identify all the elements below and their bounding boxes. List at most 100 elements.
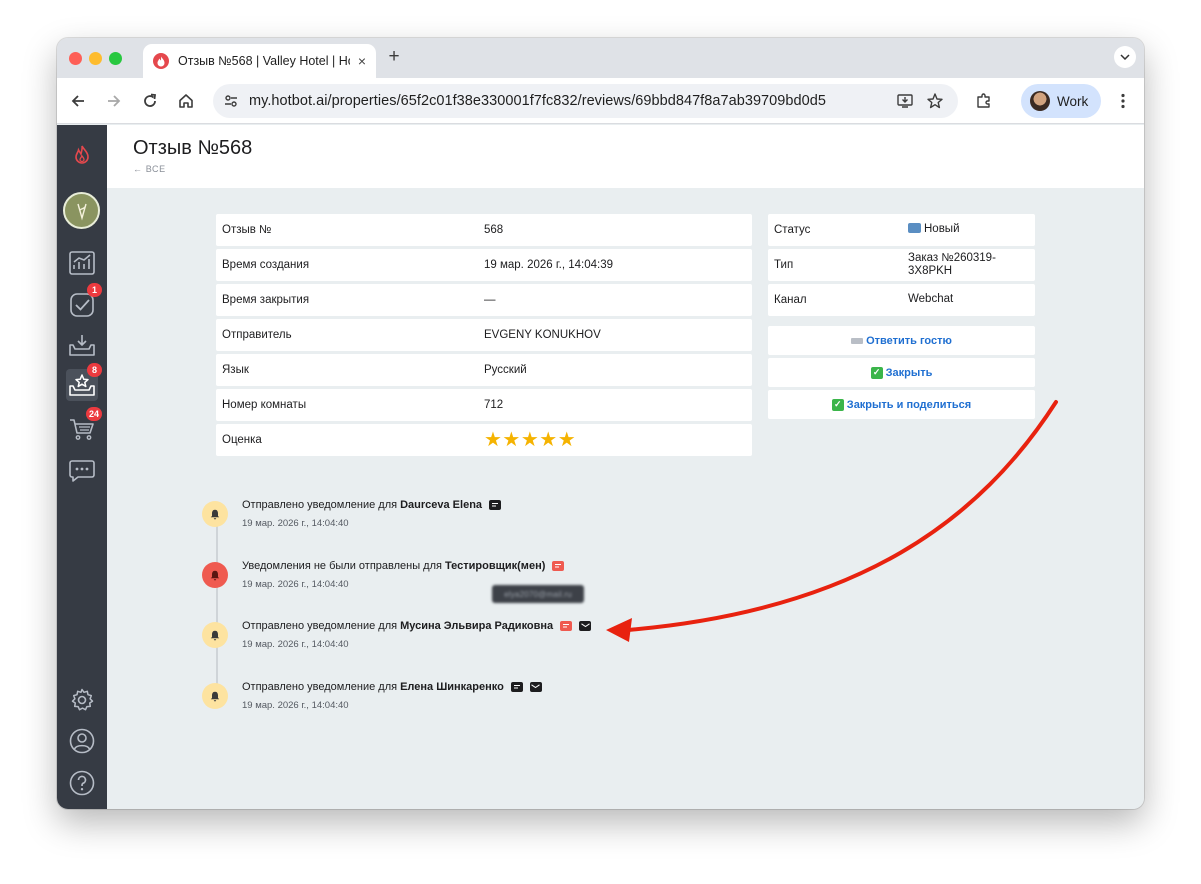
timeline-text: Отправлено уведомление для Елена Шинкаре… <box>242 681 542 693</box>
status-row-label: Канал <box>774 294 807 306</box>
timeline-recipient: Елена Шинкаренко <box>400 681 504 693</box>
status-row-label: Тип <box>774 259 794 271</box>
close-and-share-button[interactable]: ✓ Закрыть и поделиться <box>768 390 1035 419</box>
bookmark-star-icon[interactable] <box>926 92 944 115</box>
arrow-right-icon <box>108 95 121 107</box>
timeline-date: 19 мар. 2026 г., 14:04:40 <box>242 700 349 711</box>
hotbot-app: 1 8 24 Отзыв №568 ← ВСЕ Отзыв № 568 Врем… <box>57 125 1144 809</box>
tab-close-icon[interactable]: × <box>358 53 366 69</box>
email-channel-icon[interactable] <box>579 621 592 631</box>
puzzle-icon <box>977 93 990 108</box>
url-text: my.hotbot.ai/properties/65f2c01f38e33000… <box>249 93 826 109</box>
browser-menu-button[interactable] <box>1112 90 1134 112</box>
keyboard-icon <box>851 337 864 344</box>
review-status-table: Статус Новый Тип Заказ №260319-3X8PKH Ка… <box>768 214 1035 319</box>
property-avatar[interactable] <box>63 192 100 229</box>
new-tab-button[interactable]: + <box>384 47 404 67</box>
chat-bubble-icon <box>69 460 95 482</box>
browser-tab-active[interactable]: Отзыв №568 | Valley Hotel | Hotbot × <box>143 44 376 78</box>
timeline-text: Отправлено уведомление для Мусина Эльвир… <box>242 620 592 632</box>
hotbot-logo-icon[interactable] <box>66 139 98 171</box>
timeline-prefix: Отправлено уведомление для <box>242 681 398 693</box>
bell-icon <box>202 622 228 648</box>
forward-button[interactable] <box>103 90 125 112</box>
home-button[interactable] <box>175 90 197 112</box>
reply-to-guest-label: Ответить гостю <box>866 334 952 347</box>
timeline-item: Отправлено уведомление для Daurceva Elen… <box>202 499 802 539</box>
chat-channel-error-icon[interactable] <box>560 621 573 631</box>
review-row-value: Русский <box>484 364 527 376</box>
reply-to-guest-button[interactable]: Ответить гостю <box>768 326 1035 355</box>
browser-toolbar: my.hotbot.ai/properties/65f2c01f38e33000… <box>57 78 1144 124</box>
status-row: Статус Новый <box>768 214 1035 246</box>
bell-alert-icon <box>202 562 228 588</box>
review-row-label: Отзыв № <box>222 224 272 236</box>
back-button[interactable] <box>67 90 89 112</box>
sidebar-item-settings[interactable] <box>66 684 98 716</box>
review-row-value: — <box>484 294 496 306</box>
status-row-label: Статус <box>774 224 811 236</box>
timeline-item: Отправлено уведомление для Мусина Эльвир… <box>202 620 802 660</box>
hotbot-favicon-icon <box>153 53 169 69</box>
page-title: Отзыв №568 <box>133 137 253 159</box>
notification-timeline: Отправлено уведомление для Daurceva Elen… <box>202 488 802 728</box>
gear-icon <box>71 688 94 711</box>
status-row: Тип Заказ №260319-3X8PKH <box>768 249 1035 281</box>
extensions-button[interactable] <box>973 90 995 112</box>
timeline-item: Отправлено уведомление для Елена Шинкаре… <box>202 681 802 721</box>
window-minimize-button[interactable] <box>89 52 102 65</box>
close-review-button[interactable]: ✓ Закрыть <box>768 358 1035 387</box>
review-row: Отправитель EVGENY KONUKHOV <box>216 319 752 351</box>
orders-count-badge: 24 <box>85 407 102 421</box>
kebab-menu-icon <box>1121 93 1125 109</box>
timeline-prefix: Уведомления не были отправлены для <box>242 560 442 572</box>
chat-channel-error-icon[interactable] <box>552 561 565 571</box>
profile-button[interactable]: Work <box>1021 84 1101 118</box>
bell-icon <box>202 683 228 709</box>
address-bar[interactable]: my.hotbot.ai/properties/65f2c01f38e33000… <box>213 84 958 118</box>
tab-search-button[interactable] <box>1114 46 1136 68</box>
tasks-count-badge: 1 <box>87 283 102 297</box>
rating-stars: ★★★★★ <box>484 429 577 451</box>
sidebar-item-profile[interactable] <box>66 725 98 757</box>
window-close-button[interactable] <box>69 52 82 65</box>
status-row-value-wrap: Новый <box>908 223 1035 236</box>
check-circle-icon <box>70 293 94 317</box>
check-mark-icon: ✓ <box>831 398 844 411</box>
profile-label: Work <box>1057 93 1089 109</box>
sidebar-item-tasks[interactable]: 1 <box>66 283 102 321</box>
timeline-text: Отправлено уведомление для Daurceva Elen… <box>242 499 502 511</box>
reviews-count-badge: 8 <box>87 363 102 377</box>
review-row-value: 712 <box>484 399 504 411</box>
review-row: Время создания 19 мар. 2026 г., 14:04:39 <box>216 249 752 281</box>
review-row-value: EVGENY KONUKHOV <box>484 329 601 341</box>
review-row-label: Отправитель <box>222 329 292 341</box>
window-maximize-button[interactable] <box>109 52 122 65</box>
home-icon <box>179 94 193 108</box>
sidebar-item-orders[interactable]: 24 <box>66 407 102 445</box>
back-to-all-link[interactable]: ← ВСЕ <box>133 164 166 174</box>
user-circle-icon <box>69 728 95 754</box>
email-channel-icon[interactable] <box>529 682 542 692</box>
reload-icon <box>144 93 157 107</box>
sidebar-item-reviews[interactable]: 8 <box>66 363 102 401</box>
install-app-icon[interactable] <box>896 92 914 115</box>
site-settings-icon[interactable] <box>223 93 239 114</box>
sidebar-item-chats[interactable] <box>66 455 98 487</box>
chat-channel-icon[interactable] <box>510 682 523 692</box>
timeline-date: 19 мар. 2026 г., 14:04:40 <box>242 639 349 650</box>
chat-channel-icon[interactable] <box>489 500 502 510</box>
review-row-label: Время закрытия <box>222 294 310 306</box>
status-row-value: Webchat <box>908 293 954 306</box>
browser-window: Отзыв №568 | Valley Hotel | Hotbot × + m… <box>57 38 1144 809</box>
timeline-date: 19 мар. 2026 г., 14:04:40 <box>242 518 349 529</box>
sidebar-item-inbox[interactable] <box>66 329 98 361</box>
sidebar-item-analytics[interactable] <box>66 247 98 279</box>
close-and-share-label: Закрыть и поделиться <box>846 398 972 411</box>
review-row-label: Время создания <box>222 259 310 271</box>
review-row-label: Номер комнаты <box>222 399 307 411</box>
timeline-text: Уведомления не были отправлены для Тести… <box>242 560 565 572</box>
sidebar-item-help[interactable] <box>66 767 98 799</box>
reload-button[interactable] <box>139 90 161 112</box>
timeline-prefix: Отправлено уведомление для <box>242 620 398 632</box>
